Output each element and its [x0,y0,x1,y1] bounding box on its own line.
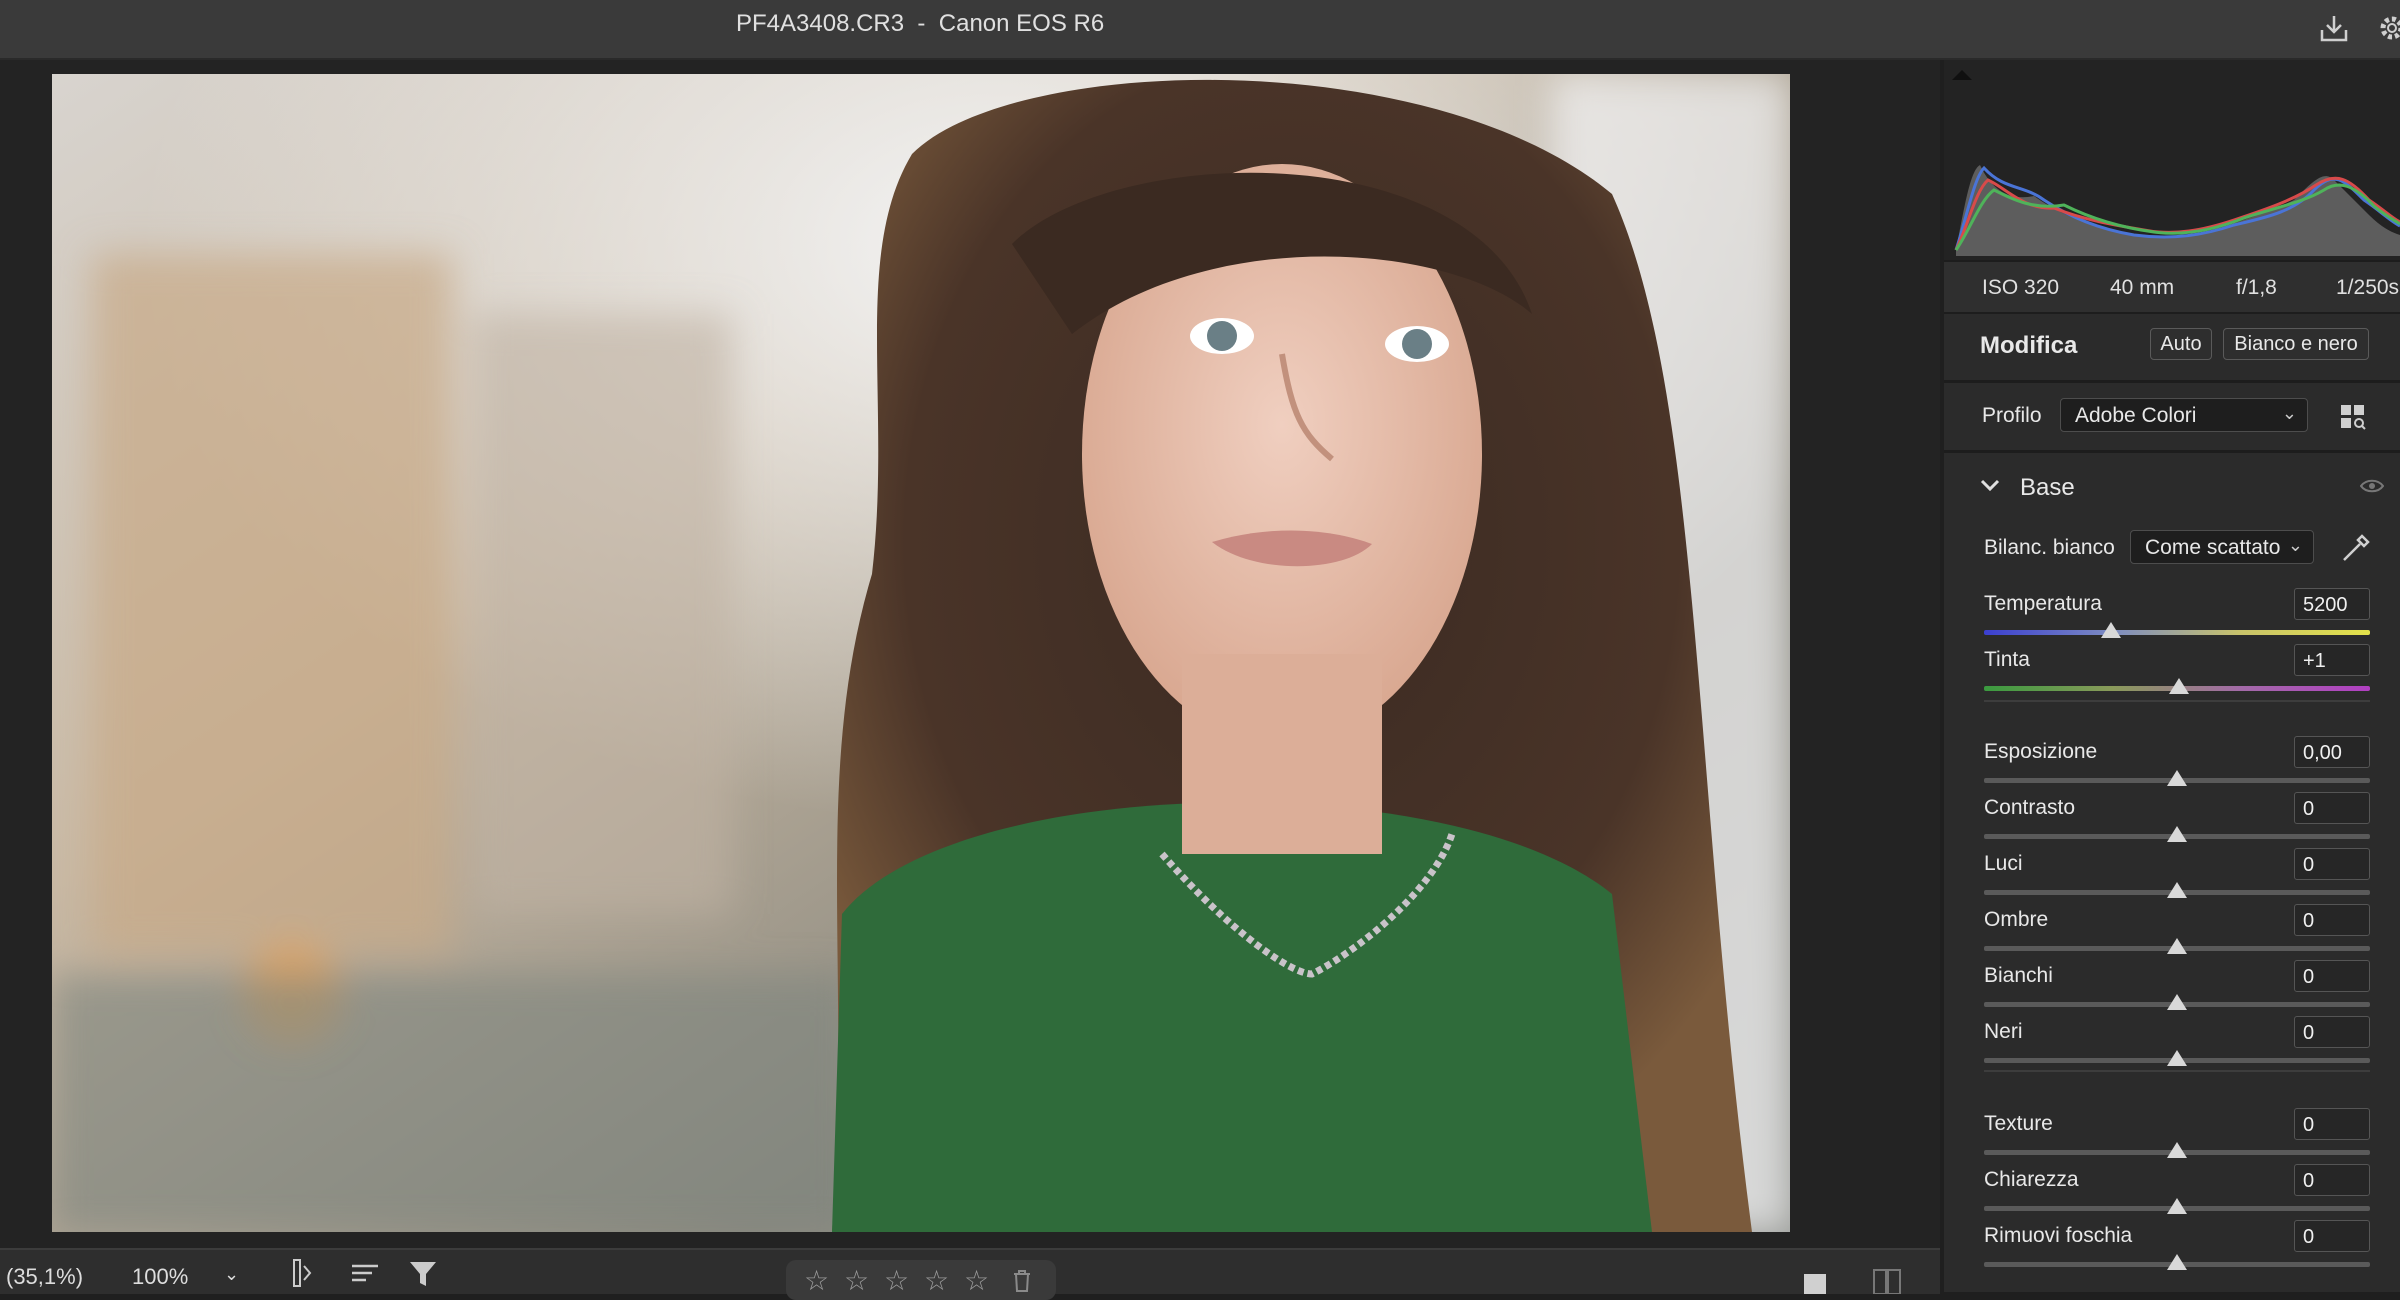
divider [1944,450,2400,453]
zoom-label[interactable]: 100% [132,1264,188,1290]
slider-label: Luci [1984,852,2023,875]
download-icon[interactable] [2312,6,2356,50]
filmstrip-icon[interactable] [290,1258,318,1294]
slider-thumb[interactable] [2167,770,2187,786]
chevron-down-icon[interactable] [1980,478,2000,497]
slider-value-input[interactable]: 0 [2294,848,2370,880]
wb-label: Bilanc. bianco [1984,536,2115,559]
slider-value-input[interactable]: 0 [2294,1016,2370,1048]
profile-label: Profilo [1982,404,2042,427]
fit-zoom-label[interactable]: (35,1%) [6,1264,83,1290]
profile-dropdown[interactable]: Adobe Colori ⌄ [2060,398,2308,432]
slider-value-input[interactable]: 0 [2294,792,2370,824]
base-section-title[interactable]: Base [2020,474,2075,502]
gear-icon[interactable] [2370,6,2400,50]
slider-value-input[interactable]: 0 [2294,1164,2370,1196]
edit-title: Modifica [1980,332,2078,359]
iso-value: ISO 320 [1982,276,2060,299]
slider-thumb[interactable] [2167,826,2187,842]
slider-value-input[interactable]: 0,00 [2294,736,2370,768]
slider-value-input[interactable]: 0 [2294,1220,2370,1252]
title-bar: PF4A3408.CR3 - Canon EOS R6 [0,0,2400,60]
slider-thumb[interactable] [2167,994,2187,1010]
histogram [1944,60,2400,260]
slider-label: Esposizione [1984,740,2098,763]
slider-thumb[interactable] [2167,1050,2187,1066]
profile-value: Adobe Colori [2075,404,2197,427]
slider-label: Texture [1984,1112,2053,1135]
window-title: PF4A3408.CR3 - Canon EOS R6 [736,10,1105,37]
slider-label: Bianchi [1984,964,2053,987]
slider-label: Chiarezza [1984,1168,2079,1191]
slider-value-input[interactable]: 0 [2294,1108,2370,1140]
divider [1944,380,2400,383]
slider-thumb[interactable] [2167,1142,2187,1158]
wb-value: Come scattato [2145,536,2281,559]
compare-view-icon[interactable] [1872,1266,1902,1300]
slider-thumb[interactable] [2167,938,2187,954]
slider-value-input[interactable]: 5200 [2294,588,2370,620]
slider-thumb[interactable] [2167,882,2187,898]
image-canvas[interactable] [0,60,1940,1248]
star-icon[interactable]: ☆ [884,1264,909,1297]
exif-bar: ISO 320 40 mm f/1,8 1/250s [1944,260,2400,314]
star-icon[interactable]: ☆ [844,1264,869,1297]
filter-icon[interactable] [408,1258,438,1294]
slider-label: Ombre [1984,908,2049,931]
single-view-icon[interactable] [1804,1274,1826,1300]
slider-value-input[interactable]: +1 [2294,644,2370,676]
slider-label: Temperatura [1984,592,2102,615]
slider-thumb[interactable] [2167,1254,2187,1270]
slider-thumb[interactable] [2101,622,2122,638]
bottom-toolbar: (35,1%) 100% ⌄ ☆ ☆ ☆ ☆ ☆ [0,1248,1940,1300]
slider-thumb[interactable] [2168,678,2189,694]
slider-label: Tinta [1984,648,2030,671]
photo-preview [52,74,1790,1232]
profile-browser-icon[interactable] [2340,404,2366,435]
bw-button[interactable]: Bianco e nero [2223,328,2369,360]
chevron-down-icon: ⌄ [2287,535,2303,555]
slider-value-input[interactable]: 0 [2294,904,2370,936]
star-icon[interactable]: ☆ [804,1264,829,1297]
star-icon[interactable]: ☆ [964,1264,989,1297]
slider-track[interactable] [1984,630,2370,635]
eyedropper-icon[interactable] [2342,532,2372,567]
eye-icon[interactable] [2359,478,2385,499]
aperture-value: f/1,8 [2236,276,2277,299]
slider-label: Rimuovi foschia [1984,1224,2133,1247]
focal-length-value: 40 mm [2110,276,2175,299]
auto-button[interactable]: Auto [2150,328,2212,360]
slider-label: Contrasto [1984,796,2076,819]
star-icon[interactable]: ☆ [924,1264,949,1297]
sort-icon[interactable] [350,1258,380,1294]
slider-thumb[interactable] [2167,1198,2187,1214]
rating-bar: ☆ ☆ ☆ ☆ ☆ [786,1260,1056,1300]
trash-icon[interactable] [1012,1268,1032,1300]
slider-value-input[interactable]: 0 [2294,960,2370,992]
divider [1984,1070,2370,1072]
wb-dropdown[interactable]: Come scattato ⌄ [2130,530,2314,564]
shutter-speed-value: 1/250s [2336,276,2400,299]
edit-panel: ISO 320 40 mm f/1,8 1/250s Modifica Auto… [1944,60,2400,1292]
slider-label: Neri [1984,1020,2023,1043]
chevron-down-icon: ⌄ [2281,403,2297,423]
divider [1984,700,2370,702]
chevron-down-icon[interactable]: ⌄ [224,1264,239,1285]
